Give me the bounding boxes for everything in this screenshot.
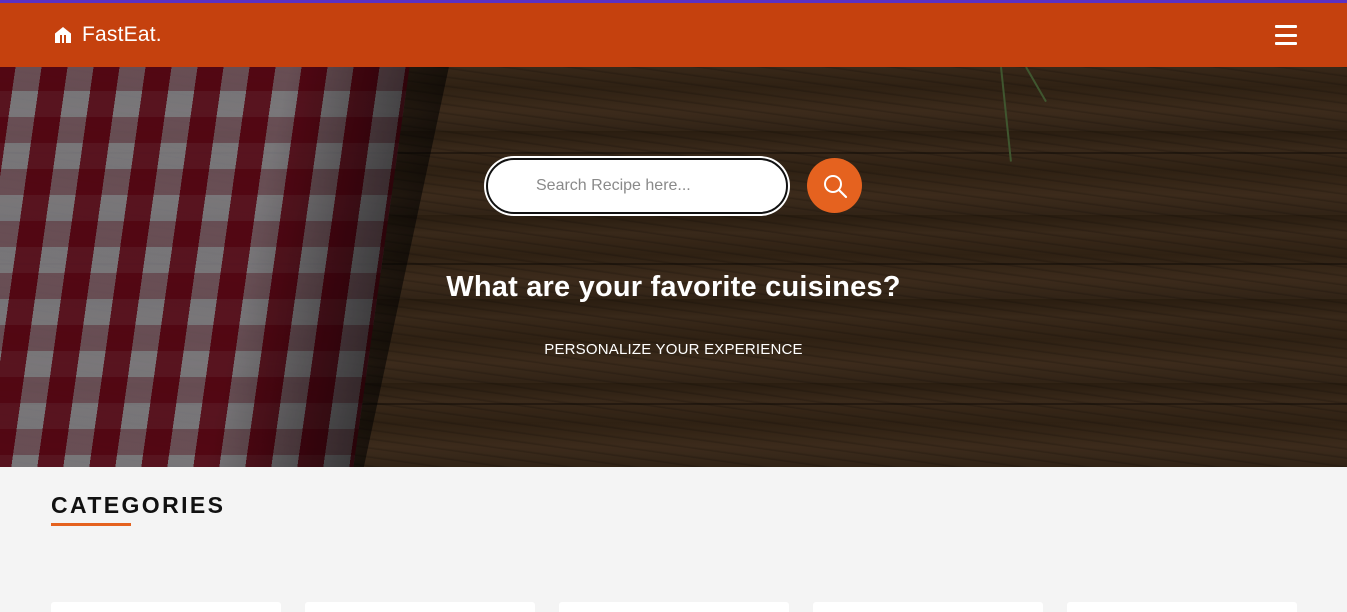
categories-underline: [51, 523, 131, 526]
hero-banner: What are your favorite cuisines? PERSONA…: [0, 67, 1347, 467]
search-bar: [486, 158, 862, 214]
category-card[interactable]: [1067, 602, 1297, 612]
search-input[interactable]: [486, 158, 788, 214]
home-icon: [55, 27, 71, 43]
hamburger-menu-icon[interactable]: [1275, 25, 1299, 45]
search-icon: [823, 174, 847, 198]
hero-title: What are your favorite cuisines?: [446, 271, 901, 303]
brand-link[interactable]: FastEat.: [54, 23, 162, 47]
category-card[interactable]: [559, 602, 789, 612]
hero-subtitle: PERSONALIZE YOUR EXPERIENCE: [544, 341, 803, 358]
search-button[interactable]: [807, 158, 862, 213]
category-card[interactable]: [813, 602, 1043, 612]
category-card[interactable]: [305, 602, 535, 612]
category-card[interactable]: [51, 602, 281, 612]
brand-name: FastEat.: [82, 23, 162, 46]
categories-heading: CATEGORIES: [51, 492, 226, 518]
hero-overlay: [0, 67, 1347, 467]
navbar: FastEat.: [0, 3, 1347, 67]
